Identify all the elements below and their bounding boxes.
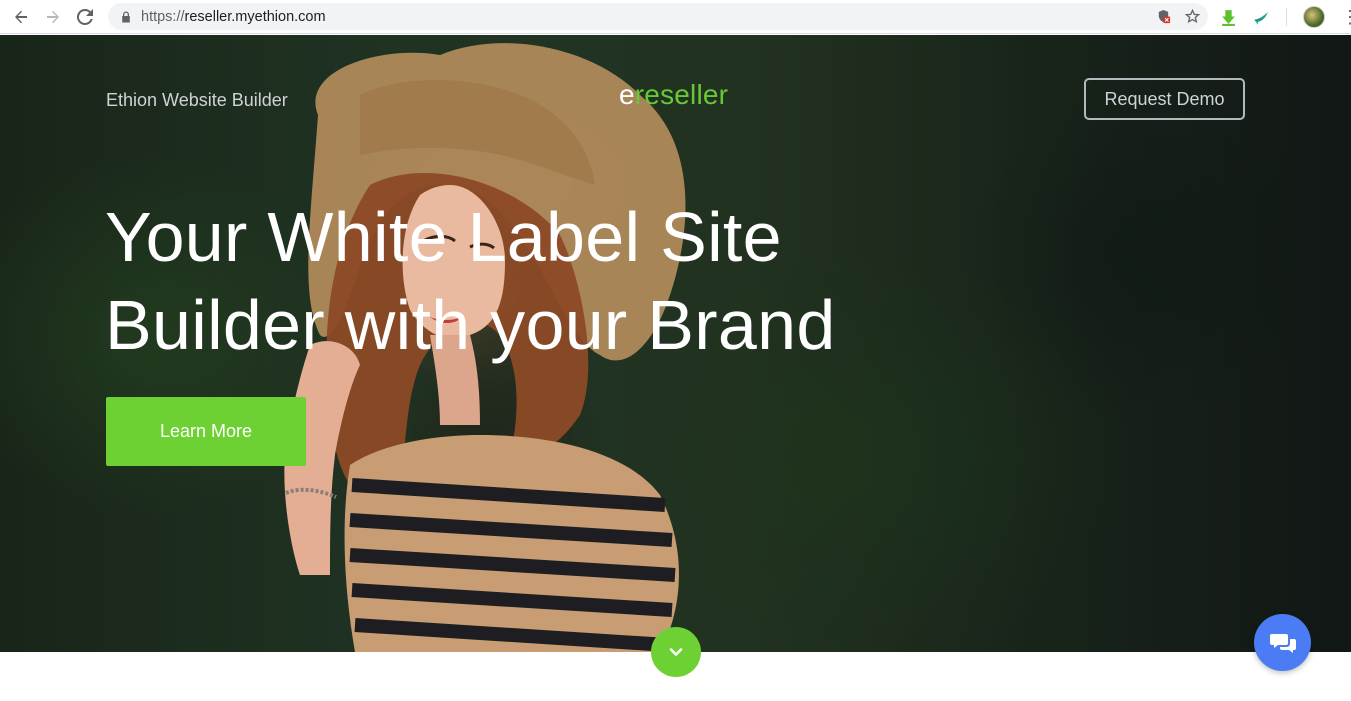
menu-icon[interactable]: ⋮ — [1341, 8, 1351, 26]
shield-blocked-icon[interactable] — [1156, 9, 1171, 24]
plane-extension-icon[interactable] — [1253, 9, 1270, 26]
learn-more-button[interactable]: Learn More — [106, 397, 306, 466]
browser-toolbar: https://reseller.myethion.com ⋮ — [0, 0, 1351, 34]
reload-icon[interactable] — [69, 1, 101, 33]
star-icon[interactable] — [1185, 9, 1200, 24]
hero-headline: Your White Label Site Builder with your … — [105, 193, 865, 369]
forward-icon[interactable] — [37, 1, 69, 33]
request-demo-button[interactable]: Request Demo — [1084, 78, 1245, 120]
url-scheme: https:// — [141, 8, 185, 25]
chat-bubbles-icon — [1269, 633, 1296, 653]
back-icon[interactable] — [5, 1, 37, 33]
headline-line-2: Builder with your Brand — [105, 286, 836, 364]
logo-prefix: e — [619, 79, 635, 110]
chevron-down-icon — [669, 648, 683, 656]
toolbar-divider — [1286, 8, 1287, 26]
address-bar[interactable]: https://reseller.myethion.com — [108, 3, 1208, 30]
headline-line-1: Your White Label Site — [105, 198, 782, 276]
url-host: reseller.myethion.com — [184, 8, 326, 25]
logo-text: reseller — [634, 79, 729, 110]
scroll-down-button[interactable] — [651, 627, 701, 677]
download-extension-icon[interactable] — [1220, 9, 1237, 26]
site-name-link[interactable]: Ethion Website Builder — [106, 90, 288, 111]
url-text[interactable]: https://reseller.myethion.com — [141, 9, 326, 25]
hero-section: Ethion Website Builder ereseller Request… — [0, 35, 1351, 652]
chat-widget-button[interactable] — [1254, 614, 1311, 671]
site-logo[interactable]: ereseller — [619, 79, 728, 111]
site-header: Ethion Website Builder ereseller Request… — [0, 35, 1351, 165]
profile-avatar[interactable] — [1303, 6, 1325, 28]
lock-icon[interactable] — [120, 11, 132, 23]
